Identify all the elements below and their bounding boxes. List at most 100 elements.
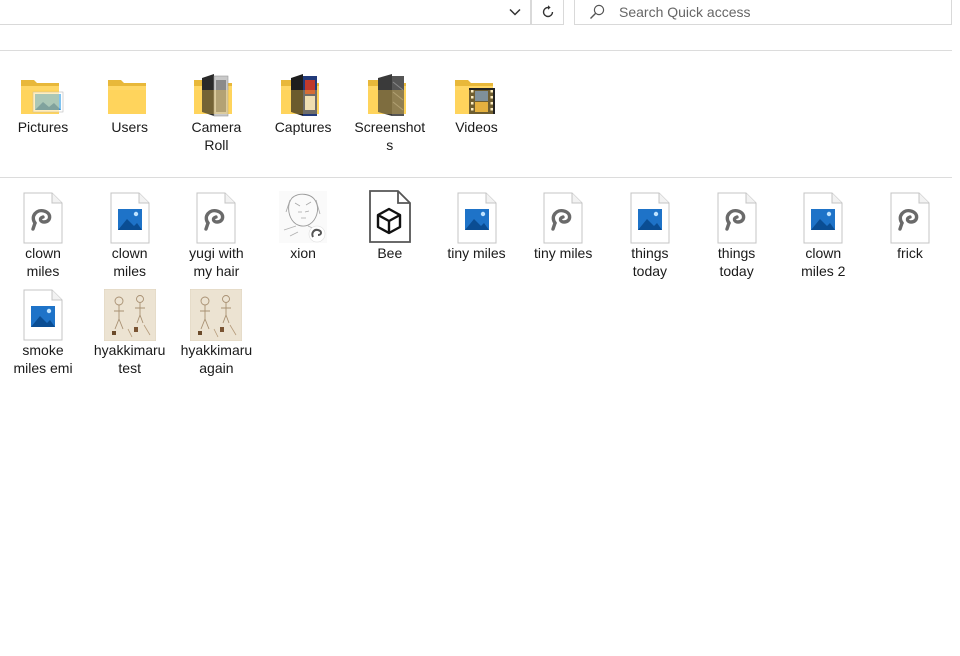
image-file-icon	[620, 190, 680, 244]
file-item-label: frick	[868, 244, 952, 262]
file-item[interactable]: hyakkimaru test	[88, 287, 172, 377]
clip-studio-file-icon	[13, 190, 73, 244]
3d-object-file-icon	[360, 190, 420, 244]
file-item[interactable]: frick	[868, 190, 952, 262]
refresh-button[interactable]	[531, 0, 564, 25]
label-line: xion	[290, 245, 316, 261]
clip-studio-file-icon	[707, 190, 767, 244]
file-item-label: hyakkimaru again	[174, 341, 258, 377]
file-item-label: tiny miles	[521, 244, 605, 262]
search-input[interactable]	[619, 3, 919, 20]
file-item[interactable]: things today	[695, 190, 779, 280]
label-line: Videos	[455, 119, 498, 135]
file-item-label: clown miles	[88, 244, 172, 280]
file-item[interactable]: clown miles 2	[781, 190, 865, 280]
file-item[interactable]: Bee	[348, 190, 432, 262]
image-file-icon	[13, 287, 73, 341]
file-item[interactable]: hyakkimaru again	[174, 287, 258, 377]
file-item[interactable]: clown miles	[88, 190, 172, 280]
address-history-button[interactable]	[500, 0, 530, 24]
label-line: clown	[25, 245, 61, 261]
label-line: miles 2	[801, 263, 846, 279]
label-line: Bee	[377, 245, 403, 261]
file-item-label: hyakkimaru test	[88, 341, 172, 377]
drawing-thumbnail-icon	[100, 287, 160, 341]
toolbar	[0, 0, 960, 26]
label-line: miles	[26, 263, 60, 279]
label-line: Camera	[191, 119, 242, 135]
label-line: things	[631, 245, 669, 261]
clip-studio-file-icon	[186, 190, 246, 244]
folder-item[interactable]: Captures	[261, 64, 345, 136]
label-line: smoke	[22, 342, 64, 358]
section-divider	[0, 177, 952, 178]
section-divider	[0, 50, 952, 51]
file-item-label: tiny miles	[435, 244, 519, 262]
file-item[interactable]: yugi with my hair	[174, 190, 258, 280]
label-line: miles	[113, 263, 147, 279]
image-file-icon	[447, 190, 507, 244]
file-item[interactable]: clown miles	[1, 190, 85, 280]
file-item-label: clown miles	[1, 244, 85, 280]
folder-item-label: Screenshot s	[348, 118, 432, 154]
image-file-icon	[100, 190, 160, 244]
folder-item[interactable]: Users	[88, 64, 172, 136]
file-item-label: smoke miles emi	[1, 341, 85, 377]
file-item-label: things today	[695, 244, 779, 280]
captures-folder-icon	[273, 64, 333, 118]
search-box[interactable]	[574, 0, 952, 25]
folder-icon	[100, 64, 160, 118]
address-bar[interactable]	[0, 0, 531, 25]
label-line: tiny miles	[534, 245, 593, 261]
file-item-label: things today	[608, 244, 692, 280]
file-item-label: xion	[261, 244, 345, 262]
search-icon	[590, 4, 605, 19]
label-line: today	[632, 263, 668, 279]
clip-studio-file-icon	[533, 190, 593, 244]
label-line: clown	[111, 245, 148, 261]
folder-item-label: Users	[88, 118, 172, 136]
label-line: Users	[111, 119, 148, 135]
label-line: yugi with	[189, 245, 244, 261]
folder-item[interactable]: Camera Roll	[174, 64, 258, 154]
file-item[interactable]: tiny miles	[435, 190, 519, 262]
file-item-label: yugi with my hair	[174, 244, 258, 280]
label-line: my hair	[193, 263, 240, 279]
file-item[interactable]: things today	[608, 190, 692, 280]
file-item[interactable]: tiny miles	[521, 190, 605, 262]
label-line: Screenshot	[354, 119, 426, 135]
label-line: hyakkimaru	[180, 342, 253, 358]
label-line: clown	[805, 245, 842, 261]
file-item-label: Bee	[348, 244, 432, 262]
sketch-thumbnail-icon	[273, 190, 333, 244]
label-line: miles emi	[13, 360, 73, 376]
folder-item-label: Pictures	[1, 118, 85, 136]
label-line: again	[199, 360, 234, 376]
label-line: things	[717, 245, 756, 261]
folder-item[interactable]: Screenshot s	[348, 64, 432, 154]
image-file-icon	[793, 190, 853, 244]
file-item[interactable]: xion	[261, 190, 345, 262]
folder-item[interactable]: Pictures	[1, 64, 85, 136]
label-line: s	[386, 137, 394, 153]
label-line: tiny miles	[447, 245, 506, 261]
folder-item[interactable]: Videos	[435, 64, 519, 136]
refresh-icon	[542, 4, 553, 17]
label-line: test	[118, 360, 141, 376]
camera-roll-folder-icon	[186, 64, 246, 118]
label-line: Pictures	[17, 119, 69, 135]
drawing-thumbnail-icon	[186, 287, 246, 341]
file-item-label: clown miles 2	[781, 244, 865, 280]
file-item[interactable]: smoke miles emi	[1, 287, 85, 377]
label-line: today	[719, 263, 754, 279]
pictures-folder-icon	[13, 64, 73, 118]
chevron-down-icon	[509, 8, 521, 16]
folder-item-label: Videos	[435, 118, 519, 136]
label-line: hyakkimaru	[93, 342, 166, 358]
label-line: Roll	[204, 137, 229, 153]
label-line: frick	[897, 245, 923, 261]
videos-folder-icon	[447, 64, 507, 118]
folder-item-label: Captures	[261, 118, 345, 136]
label-line: Captures	[274, 119, 332, 135]
screenshots-folder-icon	[360, 64, 420, 118]
